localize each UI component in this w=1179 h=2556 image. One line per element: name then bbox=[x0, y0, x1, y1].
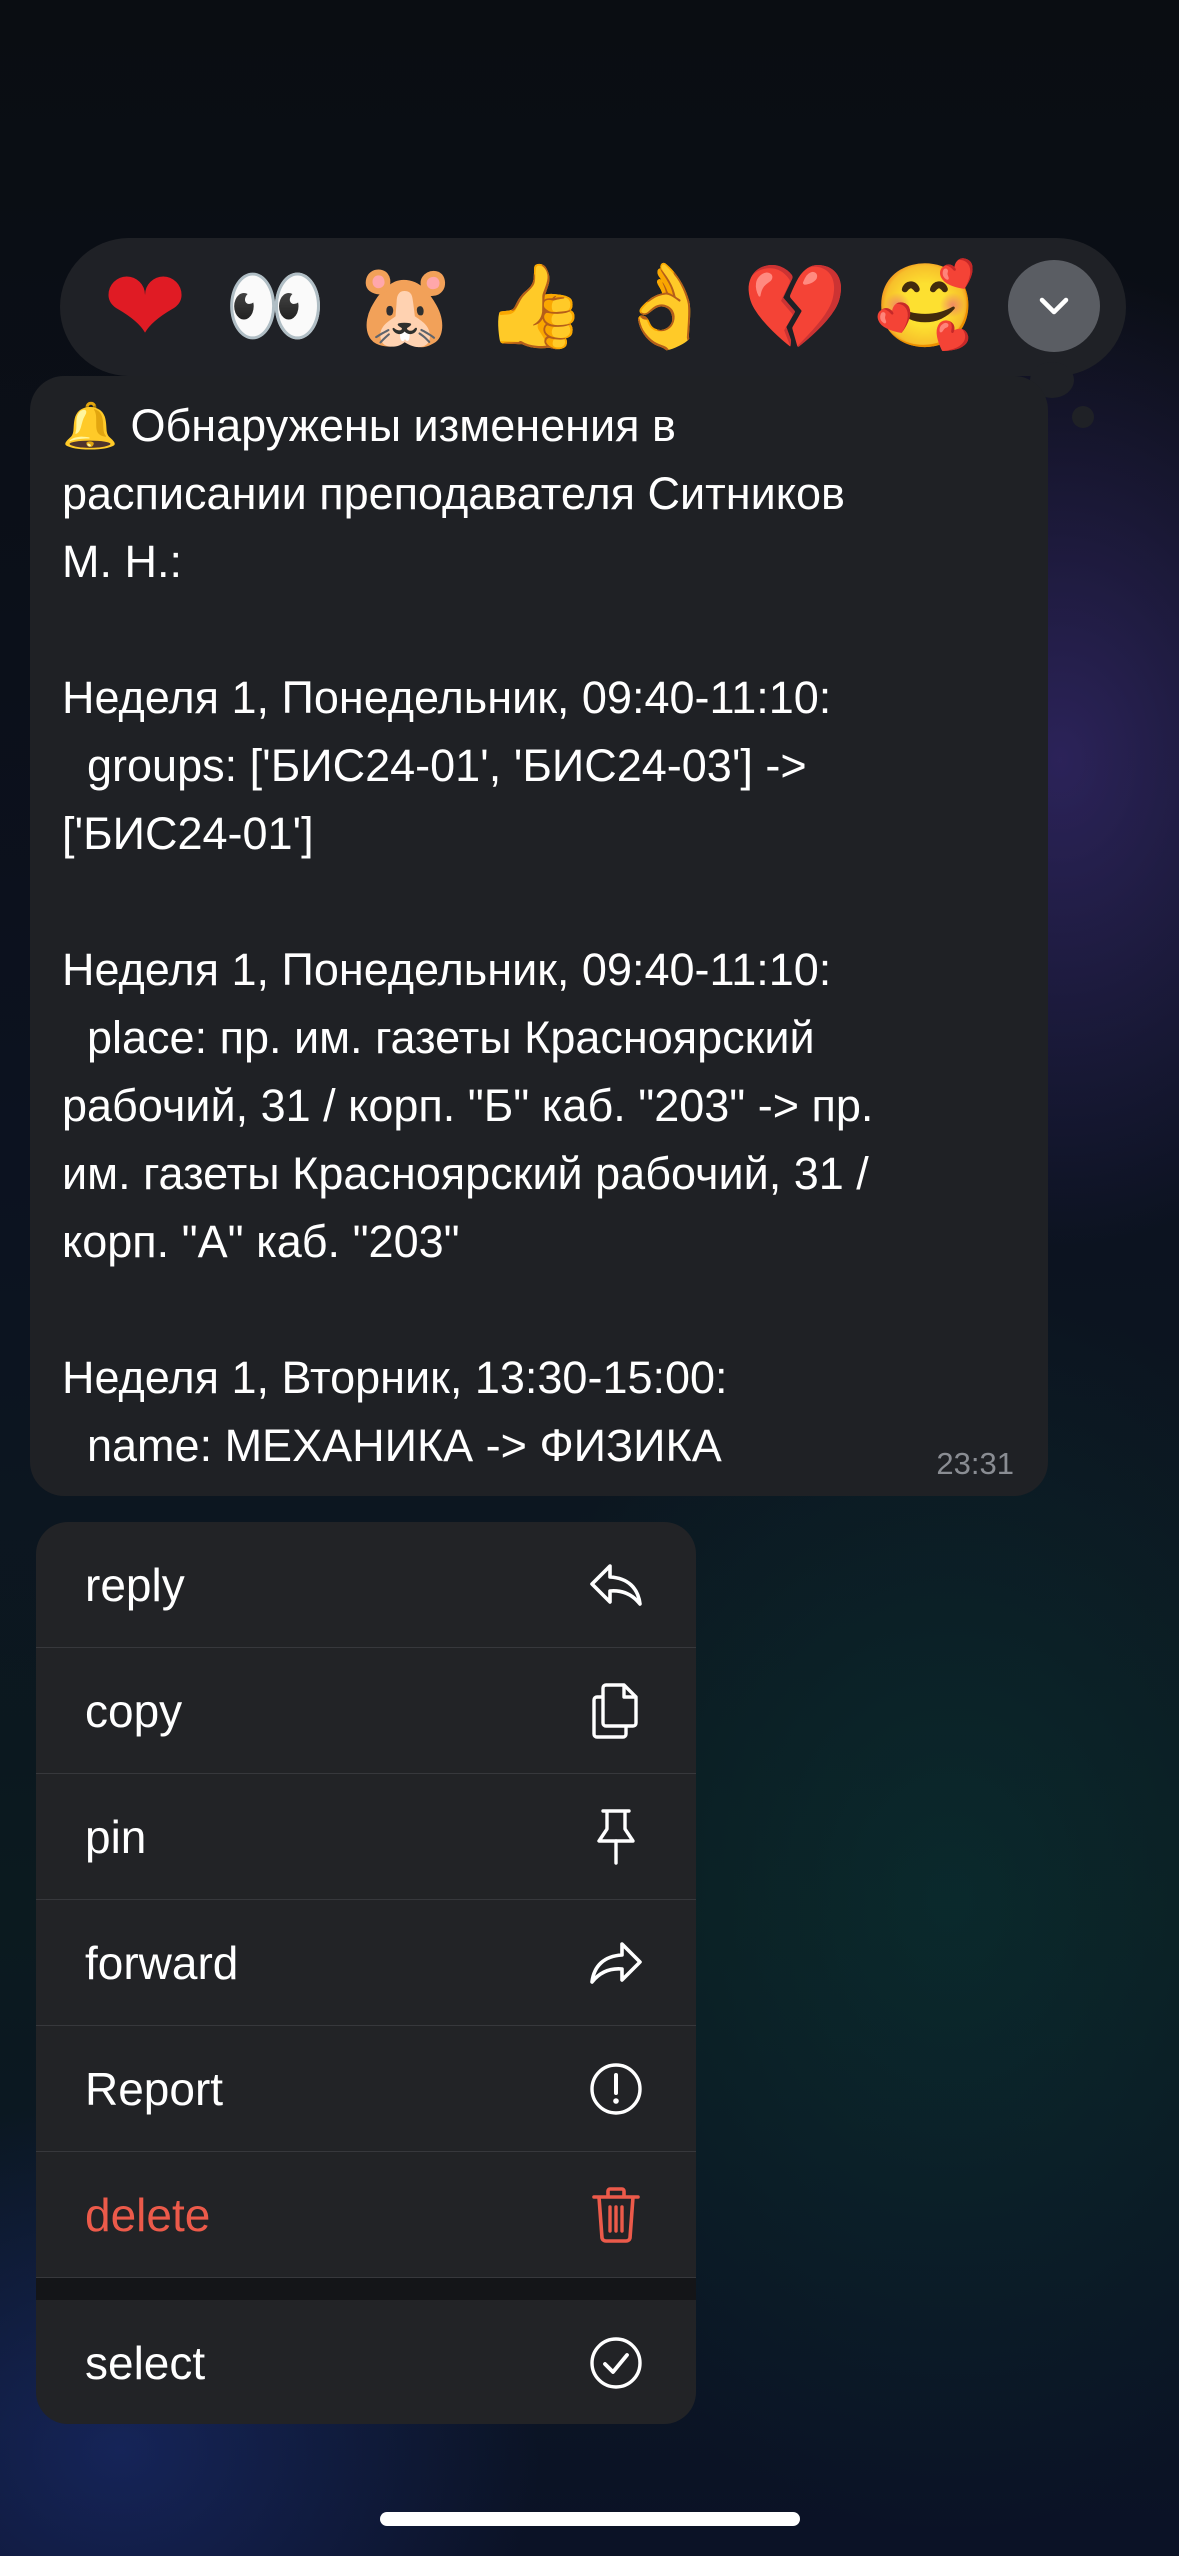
reaction-bar-tail-dot bbox=[1072, 406, 1094, 428]
reaction-eyes[interactable]: 👀 bbox=[210, 242, 340, 372]
more-reactions-button[interactable] bbox=[1008, 260, 1100, 352]
reaction-smiling-face-with-hearts[interactable]: 🥰 bbox=[860, 242, 990, 372]
message-timestamp: 23:31 bbox=[936, 1446, 1014, 1481]
menu-item-select[interactable]: select bbox=[36, 2300, 696, 2424]
message-line: ['БИС24-01'] bbox=[62, 808, 314, 859]
menu-item-label: select bbox=[85, 2337, 206, 2389]
menu-item-forward[interactable]: forward bbox=[36, 1900, 696, 2026]
menu-item-label: pin bbox=[85, 1810, 147, 1863]
trash-icon bbox=[586, 2185, 646, 2245]
reaction-ok-hand[interactable]: 👌 bbox=[600, 242, 730, 372]
message-line: расписании преподавателя Ситников bbox=[62, 468, 845, 519]
reaction-heart[interactable]: ❤ bbox=[80, 242, 210, 372]
copy-icon bbox=[586, 1681, 646, 1741]
chevron-down-icon bbox=[1039, 297, 1069, 315]
reaction-bar: ❤ 👀 🐹 👍 👌 💔 🥰 bbox=[60, 238, 1126, 376]
message-line: place: пр. им. газеты Красноярский bbox=[62, 1012, 815, 1063]
menu-item-label: reply bbox=[85, 1558, 185, 1611]
message-line: groups: ['БИС24-01', 'БИС24-03'] -> bbox=[62, 740, 807, 791]
select-check-icon bbox=[586, 2333, 646, 2393]
message-line: Неделя 1, Понедельник, 09:40-11:10: bbox=[62, 944, 832, 995]
message-line: рабочий, 31 / корп. "Б" каб. "203" -> пр… bbox=[62, 1080, 874, 1131]
menu-item-reply[interactable]: reply bbox=[36, 1522, 696, 1648]
menu-item-copy[interactable]: copy bbox=[36, 1648, 696, 1774]
message-line: Неделя 1, Вторник, 13:30-15:00: bbox=[62, 1352, 728, 1403]
menu-item-label: copy bbox=[85, 1684, 183, 1737]
menu-item-delete[interactable]: delete bbox=[36, 2152, 696, 2278]
report-icon bbox=[586, 2059, 646, 2119]
menu-item-label: forward bbox=[85, 1936, 239, 1989]
context-menu: reply copy pin forward Report delete sel… bbox=[36, 1522, 696, 2424]
message-line: им. газеты Красноярский рабочий, 31 / bbox=[62, 1148, 869, 1199]
message-bubble[interactable]: 🔔 Обнаружены изменения в расписании преп… bbox=[30, 376, 1048, 1496]
forward-icon bbox=[586, 1933, 646, 1993]
menu-separator bbox=[36, 2278, 696, 2300]
message-line: name: МЕХАНИКА -> ФИЗИКА bbox=[62, 1420, 722, 1471]
menu-item-label: delete bbox=[85, 2188, 211, 2241]
message-line: 🔔 Обнаружены изменения в bbox=[62, 400, 676, 451]
reaction-crying-hamster[interactable]: 🐹 bbox=[340, 242, 470, 372]
reaction-thumbs-up[interactable]: 👍 bbox=[470, 242, 600, 372]
reply-icon bbox=[586, 1555, 646, 1615]
message-line: М. Н.: bbox=[62, 536, 182, 587]
home-indicator[interactable] bbox=[380, 2512, 800, 2526]
message-line: корп. "А" каб. "203" bbox=[62, 1216, 460, 1267]
reaction-broken-heart[interactable]: 💔 bbox=[730, 242, 860, 372]
menu-item-label: Report bbox=[85, 2062, 224, 2115]
message-line: Неделя 1, Понедельник, 09:40-11:10: bbox=[62, 672, 832, 723]
pin-icon bbox=[586, 1807, 646, 1867]
menu-item-pin[interactable]: pin bbox=[36, 1774, 696, 1900]
menu-item-report[interactable]: Report bbox=[36, 2026, 696, 2152]
